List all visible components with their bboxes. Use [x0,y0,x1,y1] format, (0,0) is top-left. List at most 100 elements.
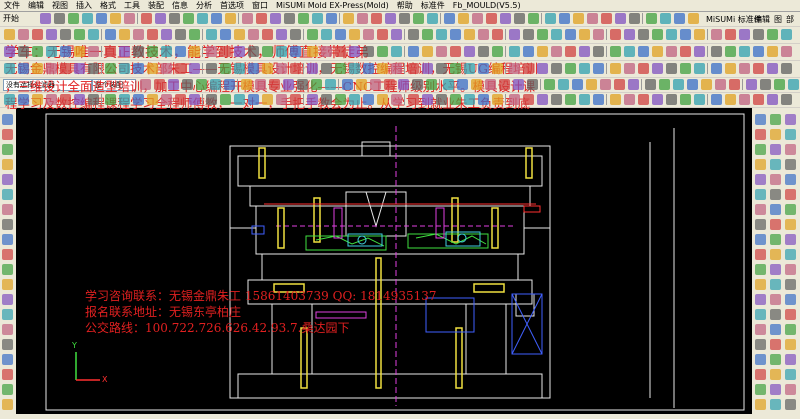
toolbar-tool-icon[interactable] [565,94,576,105]
feature-tool-icon[interactable] [755,129,766,140]
feature-tool-icon[interactable] [770,129,781,140]
toolbar-tool-icon[interactable] [270,13,281,24]
menu-item-7[interactable]: 信息 [168,0,192,11]
toolbar-tool-icon[interactable] [74,29,85,40]
side-tool-icon[interactable] [2,399,13,410]
toolbar-tool-icon[interactable] [725,94,736,105]
toolbar-tool-icon[interactable] [321,94,332,105]
toolbar-tool-icon[interactable] [753,29,764,40]
feature-tool-icon[interactable] [770,114,781,125]
toolbar-tool-icon[interactable] [614,79,625,90]
toolbar-tool-icon[interactable] [537,63,548,74]
toolbar-tool-icon[interactable] [197,13,208,24]
toolbar-tool-icon[interactable] [18,46,29,57]
toolbar-tool-icon[interactable] [579,29,590,40]
toolbar-tool-icon[interactable] [161,46,172,57]
toolbar-tool-icon[interactable] [629,13,640,24]
start-button[interactable]: 开始 [3,13,19,24]
toolbar-tool-icon[interactable] [444,13,455,24]
feature-tool-icon[interactable] [755,189,766,200]
toolbar-tool-icon[interactable] [660,13,671,24]
toolbar-tool-icon[interactable] [307,29,318,40]
toolbar-tool-icon[interactable] [4,46,15,57]
side-tool-icon[interactable] [2,309,13,320]
side-tool-icon[interactable] [2,324,13,335]
toolbar-tool-icon[interactable] [241,79,252,90]
toolbar-tool-icon[interactable] [133,46,144,57]
side-tool-icon[interactable] [2,189,13,200]
toolbar-tool-icon[interactable] [645,79,656,90]
toolbar-tool-icon[interactable] [666,63,677,74]
feature-tool-icon[interactable] [770,249,781,260]
toolbar-tool-icon[interactable] [276,29,287,40]
toolbar-tool-icon[interactable] [688,13,699,24]
toolbar-tool-icon[interactable] [124,13,135,24]
toolbar-tool-icon[interactable] [356,79,367,90]
toolbar-tool-icon[interactable] [551,29,562,40]
toolbar-tool-icon[interactable] [377,29,388,40]
toolbar-tool-icon[interactable] [60,29,71,40]
toolbar-tool-icon[interactable] [711,46,722,57]
toolbar-tool-icon[interactable] [753,46,764,57]
feature-tool-icon[interactable] [755,294,766,305]
toolbar-tool-icon[interactable] [715,79,726,90]
feature-tool-icon[interactable] [755,369,766,380]
feature-tool-icon[interactable] [785,204,796,215]
toolbar-tool-icon[interactable] [140,79,151,90]
feature-tool-icon[interactable] [785,129,796,140]
side-tool-icon[interactable] [2,294,13,305]
toolbar-tool-icon[interactable] [211,13,222,24]
toolbar-tool-icon[interactable] [342,79,353,90]
toolbar-tool-icon[interactable] [610,46,621,57]
toolbar-tool-icon[interactable] [610,94,621,105]
toolbar-tool-icon[interactable] [371,13,382,24]
toolbar-tool-icon[interactable] [523,63,534,74]
toolbar-tool-icon[interactable] [659,79,670,90]
toolbar-tool-icon[interactable] [767,46,778,57]
toolbar-tool-icon[interactable] [579,46,590,57]
feature-tool-icon[interactable] [770,189,781,200]
toolbar-tool-icon[interactable] [523,29,534,40]
toolbar-tool-icon[interactable] [133,94,144,105]
toolbar-tool-icon[interactable] [551,94,562,105]
toolbar-tool-icon[interactable] [551,63,562,74]
toolbar-tool-icon[interactable] [694,29,705,40]
toolbar-tool-icon[interactable] [4,94,15,105]
toolbar-tool-icon[interactable] [290,94,301,105]
feature-tool-icon[interactable] [785,114,796,125]
toolbar-tool-icon[interactable] [32,94,43,105]
toolbar-tool-icon[interactable] [220,94,231,105]
toolbar-tool-icon[interactable] [527,79,538,90]
toolbar-tool-icon[interactable] [711,29,722,40]
toolbar-tool-icon[interactable] [478,63,489,74]
toolbar-tool-icon[interactable] [587,13,598,24]
toolbar-tool-icon[interactable] [234,29,245,40]
toolbar-tool-icon[interactable] [385,13,396,24]
toolbar-tool-icon[interactable] [666,46,677,57]
toolbar-tool-icon[interactable] [624,94,635,105]
menu-item-3[interactable]: 插入 [72,0,96,11]
toolbar-tool-icon[interactable] [514,13,525,24]
toolbar-tool-icon[interactable] [500,13,511,24]
toolbar-tool-icon[interactable] [283,79,294,90]
toolbar-tool-icon[interactable] [255,79,266,90]
toolbar-tool-icon[interactable] [175,46,186,57]
toolbar-tool-icon[interactable] [206,29,217,40]
toolbar-tool-icon[interactable] [774,79,785,90]
toolbar-tool-icon[interactable] [499,79,510,90]
menu-item-12[interactable]: 帮助 [393,0,417,11]
toolbar-tool-icon[interactable] [46,46,57,57]
toolbar-tool-icon[interactable] [753,94,764,105]
toolbar-tool-icon[interactable] [119,29,130,40]
feature-tool-icon[interactable] [785,174,796,185]
toolbar-tool-icon[interactable] [248,46,259,57]
toolbar-tool-icon[interactable] [450,29,461,40]
toolbar-tool-icon[interactable] [321,29,332,40]
toolbar-tool-icon[interactable] [729,79,740,90]
toolbar-tool-icon[interactable] [110,13,121,24]
toolbar-tool-icon[interactable] [349,29,360,40]
toolbar-tool-icon[interactable] [694,46,705,57]
toolbar-tool-icon[interactable] [398,79,409,90]
toolbar-tool-icon[interactable] [161,63,172,74]
toolbar-tool-icon[interactable] [154,79,165,90]
